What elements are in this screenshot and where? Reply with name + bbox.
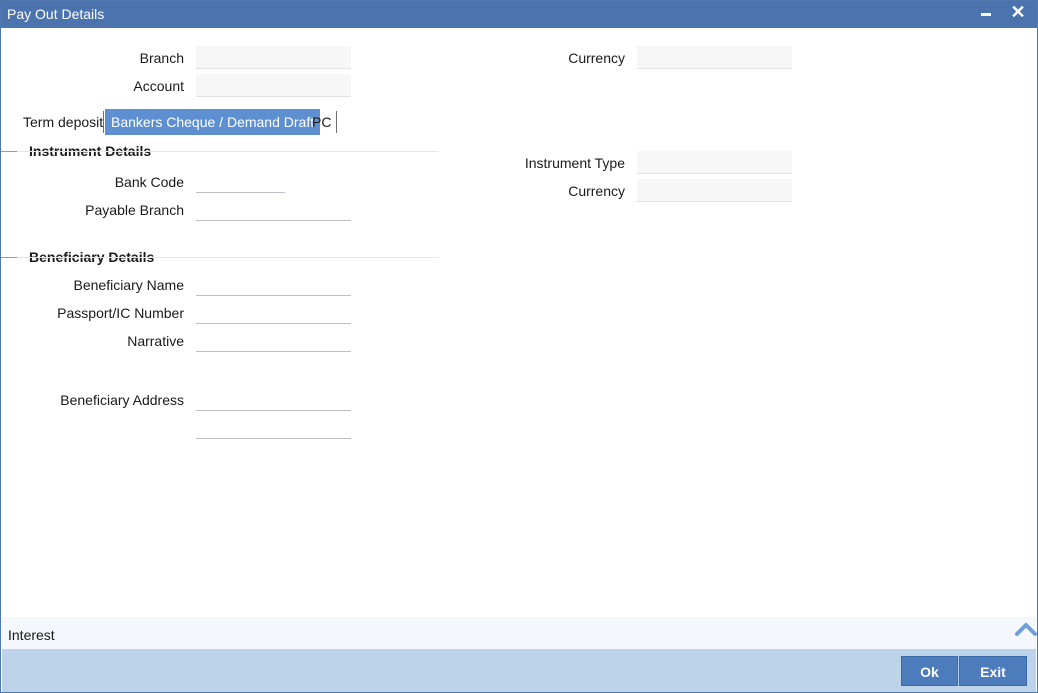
beneficiary-name-field[interactable] (196, 273, 351, 296)
narrative-label: Narrative (127, 333, 184, 349)
chevron-up-icon[interactable] (1015, 619, 1037, 639)
instrument-details-rule-marker (1, 151, 17, 152)
tab-bankers-cheque-demand-draft[interactable]: Bankers Cheque / Demand Draft (105, 109, 321, 135)
tab-term-deposit[interactable]: Term deposit (17, 109, 109, 135)
instrument-details-rule (1, 151, 439, 152)
beneficiary-address-line-1[interactable] (196, 388, 351, 411)
close-icon[interactable]: ✕ (1007, 1, 1029, 27)
beneficiary-name-label: Beneficiary Name (73, 277, 185, 293)
ok-button[interactable]: Ok (901, 656, 958, 686)
payable-branch-field[interactable] (196, 198, 351, 221)
beneficiary-address-line-2[interactable] (196, 416, 351, 439)
title-bar: Pay Out Details ✕ (1, 1, 1037, 28)
beneficiary-details-rule-marker (1, 257, 17, 258)
passport-ic-number-label: Passport/IC Number (57, 305, 184, 321)
pay-out-details-window: Pay Out Details ✕ Branch Account Currenc… (0, 0, 1038, 693)
instrument-currency-label: Currency (568, 183, 625, 199)
interest-label: Interest (8, 627, 55, 643)
exit-button[interactable]: Exit (959, 656, 1027, 686)
account-label: Account (133, 78, 184, 94)
account-field[interactable] (196, 74, 351, 97)
interest-bar[interactable]: Interest (2, 617, 1036, 649)
minimize-icon[interactable] (975, 1, 997, 27)
currency-label: Currency (568, 50, 625, 66)
window-title: Pay Out Details (7, 6, 105, 22)
beneficiary-details-rule (1, 257, 439, 258)
footer-bar: Ok Exit (2, 649, 1036, 692)
branch-label: Branch (139, 50, 184, 66)
tab-separator (103, 111, 104, 133)
payable-branch-label: Payable Branch (85, 202, 184, 218)
passport-ic-number-field[interactable] (196, 301, 351, 324)
tab-separator (336, 111, 337, 133)
bank-code-field[interactable] (196, 170, 285, 193)
instrument-type-field[interactable] (637, 151, 792, 174)
instrument-type-label: Instrument Type (524, 155, 625, 171)
narrative-field[interactable] (196, 329, 351, 352)
tab-pc[interactable]: PC (306, 109, 337, 135)
bank-code-label: Bank Code (114, 174, 184, 190)
currency-field[interactable] (637, 46, 792, 69)
beneficiary-address-label: Beneficiary Address (60, 392, 184, 408)
branch-field[interactable] (196, 46, 351, 69)
instrument-currency-field[interactable] (637, 179, 792, 202)
